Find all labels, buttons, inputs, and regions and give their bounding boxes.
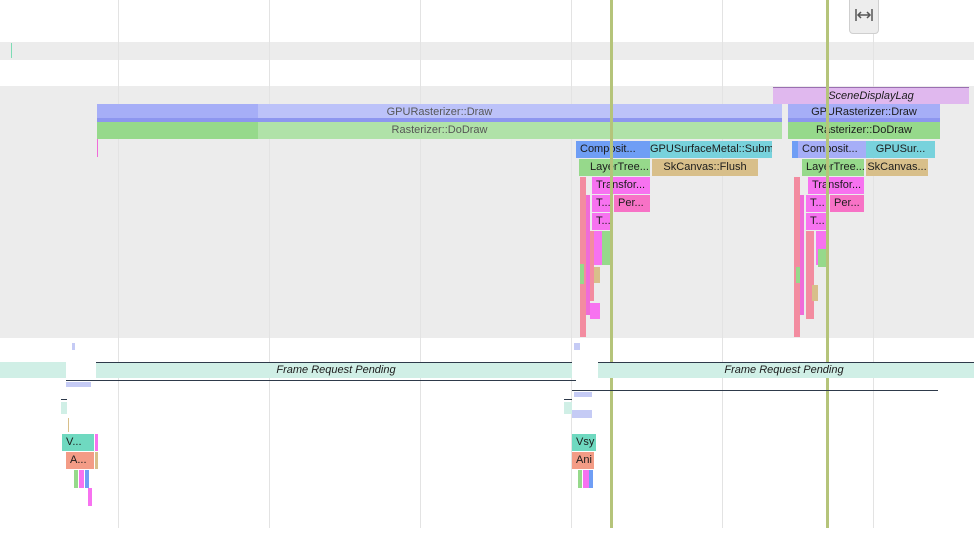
slice-label: A... [70,454,87,466]
sliver-slice[interactable] [88,488,92,506]
skcanvas-slice[interactable]: SkCanvas... [866,159,928,176]
sliver-slice[interactable] [578,470,582,488]
layertree-slice[interactable]: LayerTree... [802,159,864,176]
per-slice[interactable]: Per... [614,195,650,212]
sliver-slice[interactable] [79,470,84,488]
frame-pending-line [66,380,576,381]
slice-label: LayerTree... [590,161,649,173]
frame-pending-label: Frame Request Pending [96,362,576,378]
tick-mark [61,402,67,414]
per-slice[interactable]: Per... [830,195,864,212]
slice-label: Composit... [802,143,858,155]
composite-slice[interactable]: Composit... [576,141,650,158]
grid-line [722,0,723,528]
slice-label: SceneDisplayLag [828,90,914,102]
rasterizer-dodraw-slice[interactable]: Rasterizer::DoDraw [788,122,940,139]
vsync-marker [610,0,613,528]
gpu-surface-slice[interactable]: GPUSur... [866,141,935,158]
tick-mark [574,343,580,350]
sliver-slice[interactable] [594,267,600,283]
sliver-slice[interactable] [589,470,593,488]
gpu-surface-metal-submit-slice[interactable]: GPUSurfaceMetal::Submit [650,141,772,158]
vsync-slice[interactable]: Vsy [572,434,596,451]
frame-pending-segment[interactable] [0,362,66,378]
sliver-slice[interactable] [590,303,600,319]
tick-mark [574,392,592,397]
sliver-slice[interactable] [806,231,814,319]
sliver-slice[interactable] [85,470,89,488]
tick-mark [97,139,98,157]
slice-label: T... [596,215,611,227]
frame-pending-label: Frame Request Pending [598,362,970,378]
sliver-slice[interactable] [800,195,804,315]
tick-mark [572,410,592,418]
sliver-slice[interactable] [580,264,584,284]
tick-mark [564,399,572,400]
sliver-slice[interactable] [792,141,798,158]
fit-width-button[interactable] [849,0,879,34]
slice-label: Transfor... [596,179,646,191]
sliver-slice[interactable] [74,470,78,488]
slice-label: Composit... [580,143,636,155]
grid-line [420,0,421,528]
layertree-slice[interactable]: LayerTree... [586,159,650,176]
composite-slice[interactable]: Composit... [798,141,866,158]
slice-label: Rasterizer::DoDraw [816,124,912,136]
scene-display-lag-slice[interactable]: SceneDisplayLag [773,87,969,104]
animator-slice[interactable]: A... [66,452,94,469]
tick-mark [61,399,67,400]
slice-label: T... [596,197,611,209]
sliver-slice[interactable] [579,159,586,176]
slice-label: Frame Request Pending [276,364,396,376]
tick-mark [11,43,12,58]
slice-label: Transfor... [812,179,862,191]
slice-label: SkCanvas... [867,161,927,173]
fit-width-icon [855,9,873,21]
transform-slice[interactable]: Transfor... [592,177,650,194]
slice-label: Per... [834,197,860,209]
slice-label: LayerTree... [806,161,864,173]
t-slice[interactable]: T... [592,213,612,230]
vsync-marker [826,0,829,528]
slice-label: T... [810,215,825,227]
vsync-slice[interactable]: V... [62,434,94,451]
slice-label: Ani [576,454,592,466]
sliver-slice[interactable] [812,285,818,301]
skcanvas-flush-slice[interactable]: SkCanvas::Flush [652,159,758,176]
t-slice[interactable]: T... [592,195,612,212]
tick-mark [66,382,91,387]
slice-label: V... [66,436,82,448]
grid-line [873,0,874,528]
sliver-slice[interactable] [95,452,98,469]
slice-label: Vsy [576,436,595,448]
tick-mark [68,418,69,432]
sliver-slice[interactable] [95,434,98,451]
slice-label: SkCanvas::Flush [663,161,747,173]
slice-label: GPUSur... [875,143,926,155]
frame-pending-line [572,390,938,391]
slice-label: Per... [618,197,644,209]
t-slice[interactable]: T... [806,213,826,230]
slice-label: Frame Request Pending [724,364,844,376]
animator-slice[interactable]: Ani [572,452,594,469]
slice-label: GPUSurfaceMetal::Submit [650,143,772,155]
tick-mark [72,343,75,350]
slice-label: T... [810,197,825,209]
tick-mark [564,402,572,414]
sliver-slice[interactable] [594,231,602,265]
sliver-slice[interactable] [796,267,800,283]
slice-overlay [258,122,782,139]
grid-line [118,0,119,528]
transform-slice[interactable]: Transfor... [808,177,864,194]
grid-line [269,0,270,528]
t-slice[interactable]: T... [806,195,826,212]
